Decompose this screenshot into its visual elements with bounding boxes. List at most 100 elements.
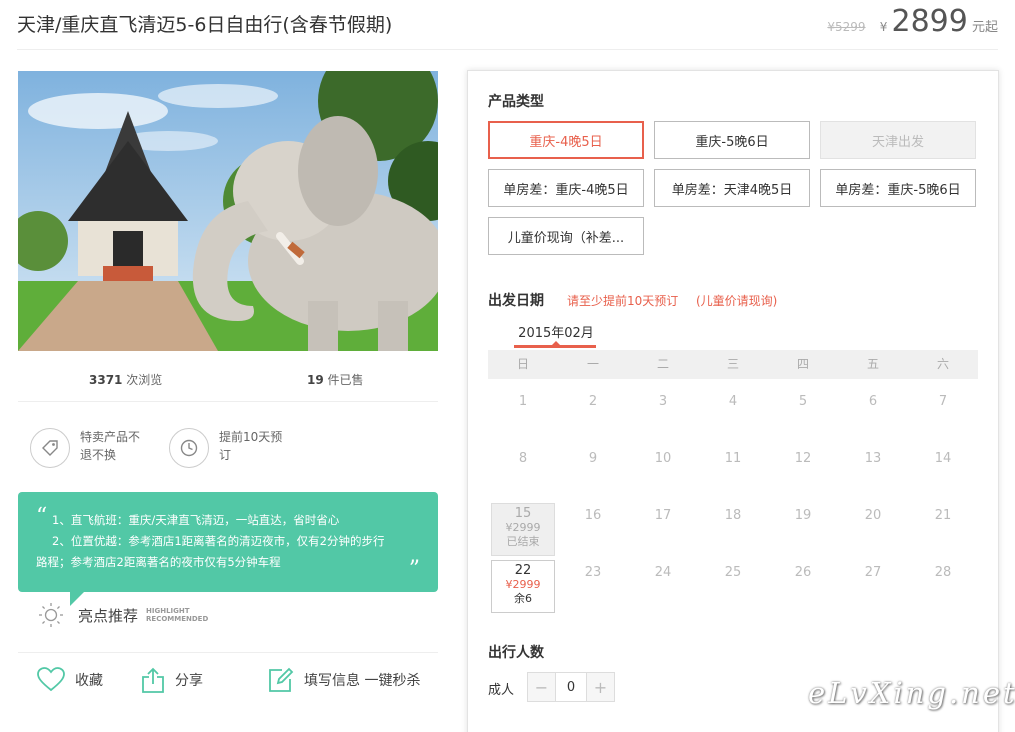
day-number: 1 [518,394,528,409]
calendar-day: 16 [558,501,628,558]
fill-info-button[interactable]: 填写信息 一键秒杀 [268,667,420,693]
current-price: 2899 [891,4,968,39]
product-option[interactable]: 单房差：重庆-4晚5日 [488,169,644,207]
share-icon [142,667,164,693]
child-price-note: (儿童价请现询) [696,294,778,308]
calendar-weekdays: 日一二三四五六 [488,350,978,379]
weekday-label: 日 [516,357,529,371]
calendar-day: 24 [628,558,698,615]
calendar-day: 26 [768,558,838,615]
views-count: 3371 [89,373,123,387]
day-number: 16 [584,508,602,523]
month-tab[interactable]: 2015年02月 [516,322,596,341]
calendar-day: 4 [698,387,768,444]
day-number: 10 [654,451,672,466]
favorite-button[interactable]: 收藏 [37,667,103,693]
page-header: 天津/重庆直飞清迈5-6日自由行(含春节假期) ¥5299 ¥ 2899 元起 [17,0,998,50]
calendar-grid: 1 2 3 4 5 6 7 8 9 10 11 12 13 14 15 ¥2999 已结束 16 17 18 19 20 2… [488,387,978,615]
highlight-caption-en-2: RECOMMENDED [146,615,209,623]
calendar-day: 23 [558,558,628,615]
calendar-day: 11 [698,444,768,501]
page-title: 天津/重庆直飞清迈5-6日自由行(含春节假期) [17,14,393,36]
day-number: 25 [724,565,742,580]
day-number: 6 [868,394,878,409]
weekday-label: 三 [726,357,739,371]
weekday-label: 二 [656,357,669,371]
highlight-line: 路程；参考酒店2距离著名的夜市仅有5分钟车程 [36,555,281,569]
calendar-day: 25 [698,558,768,615]
tag-icon [30,428,70,468]
increment-button[interactable]: + [586,672,615,702]
day-number: 26 [794,565,812,580]
policy-text: 特卖产品不退不换 [80,430,141,462]
views-label: 次浏览 [126,373,163,387]
day-number: 9 [588,451,598,466]
calendar-day: 19 [768,501,838,558]
calendar-day: 9 [558,444,628,501]
original-price: ¥5299 [827,20,866,34]
calendar-day: 20 [838,501,908,558]
views-stat: 3371 次浏览 [89,371,162,388]
day-number: 12 [794,451,812,466]
day-number: 27 [864,565,882,580]
weekday-label: 四 [796,357,809,371]
product-stats: 3371 次浏览 19 件已售 [18,356,438,402]
day-price: ¥2999 [505,578,541,591]
day-number: 21 [934,508,952,523]
day-status: 已结束 [506,535,540,548]
product-option: 天津出发 [820,121,976,159]
travelers-title: 出行人数 [488,645,544,661]
calendar-day: 10 [628,444,698,501]
available-date-cell[interactable]: 22 ¥2999 余6 [491,560,555,613]
booking-panel: 产品类型 重庆-4晚5日 重庆-5晚6日 天津出发 单房差：重庆-4晚5日 单房… [467,70,999,732]
ended-date-cell: 15 ¥2999 已结束 [491,503,555,556]
day-number: 7 [938,394,948,409]
policy-text: 提前10天预订 [219,430,283,462]
calendar-day: 1 [488,387,558,444]
close-quote: ” [408,557,420,582]
currency-symbol: ¥ [879,20,888,34]
calendar-day: 14 [908,444,978,501]
calendar-day: 8 [488,444,558,501]
day-number: 4 [728,394,738,409]
day-number: 17 [654,508,672,523]
calendar-day: 18 [698,501,768,558]
weekday-label: 一 [586,357,599,371]
decrement-button[interactable]: − [527,672,556,702]
share-button[interactable]: 分享 [141,667,203,693]
product-option[interactable]: 重庆-5晚6日 [654,121,810,159]
calendar-day: 22 ¥2999 余6 [488,558,558,615]
policy-no-refund: 特卖产品不退不换 [30,428,150,468]
highlight-box: “ 1、直飞航班：重庆/天津直飞清迈，一站直达，省时省心 2、位置优越：参考酒店… [18,492,438,592]
highlight-caption-text: 亮点推荐 [78,606,139,625]
day-number: 13 [864,451,882,466]
site-watermark: eLvXing.net [808,676,1015,710]
open-quote: “ [36,504,48,529]
calendar-day: 28 [908,558,978,615]
favorite-label: 收藏 [75,673,103,689]
product-option[interactable]: 单房差：重庆-5晚6日 [820,169,976,207]
day-number: 15 [514,506,532,521]
product-hero-image[interactable] [18,71,438,351]
fill-info-label: 填写信息 一键秒杀 [304,673,421,689]
month-underline [514,345,596,348]
highlight-line: 2、位置优越：参考酒店1距离著名的清迈夜市，仅有2分钟的步行 [52,534,385,548]
calendar-day: 6 [838,387,908,444]
day-number: 11 [724,451,742,466]
day-number: 28 [934,565,952,580]
weekday-label: 五 [866,357,879,371]
departure-title: 出发日期 [488,293,544,309]
adult-count[interactable]: 0 [556,672,586,702]
product-option[interactable]: 儿童价现询（补差... [488,217,644,255]
day-number: 18 [724,508,742,523]
day-number: 3 [658,394,668,409]
day-number: 2 [588,394,598,409]
product-type-title: 产品类型 [488,94,544,110]
product-option[interactable]: 单房差：天津4晚5日 [654,169,810,207]
highlight-caption-en-1: HIGHLIGHT [146,607,190,615]
day-number: 20 [864,508,882,523]
product-option[interactable]: 重庆-4晚5日 [488,121,644,159]
calendar-day: 21 [908,501,978,558]
clock-icon [169,428,209,468]
calendar-day: 5 [768,387,838,444]
